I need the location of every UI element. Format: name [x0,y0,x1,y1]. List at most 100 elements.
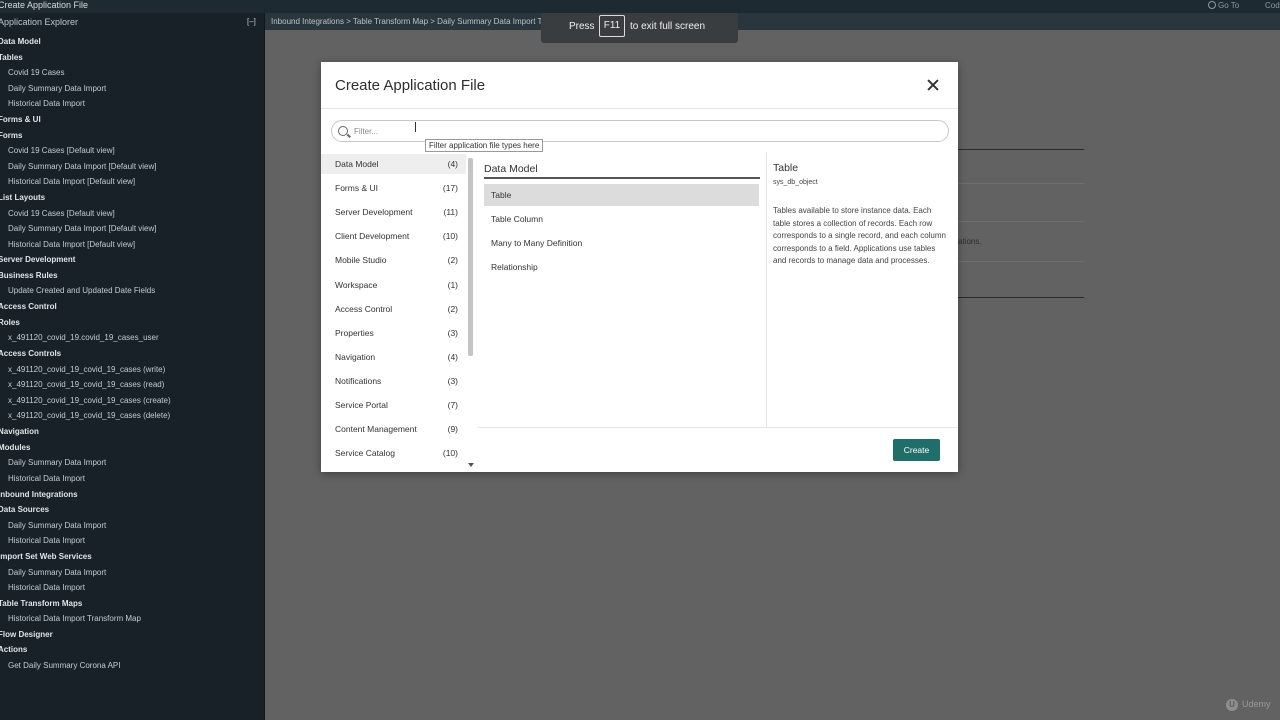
sidebar-item[interactable]: x_491120_covid_19_covid_19_cases (delete… [8,411,170,421]
category-label: Access Control [335,303,393,314]
category-label: Content Management [335,424,417,435]
category-scrollbar-thumb[interactable] [468,158,473,356]
sidebar-item[interactable]: x_491120_covid_19_covid_19_cases (read) [8,380,164,390]
sidebar-group[interactable]: Access Control [0,302,57,312]
sidebar-group[interactable]: Table Transform Maps [0,599,82,609]
search-icon [338,126,348,136]
sidebar-item[interactable]: Covid 19 Cases [8,68,64,78]
sidebar-group[interactable]: Flow Designer [0,630,53,640]
category-item[interactable]: Notifications (3) [321,371,466,391]
filter-field[interactable] [331,120,949,142]
category-item[interactable]: Server Development (11) [321,202,466,222]
window-title: Create Application File [0,0,89,10]
category-item[interactable]: Service Catalog (10) [321,443,466,463]
detail-table-name: sys_db_object [773,179,818,186]
category-count: (2) [447,255,458,266]
sidebar-item[interactable]: Historical Data Import [8,474,85,484]
sidebar-group[interactable]: Inbound Integrations [0,490,78,500]
category-item[interactable]: Content Management (9) [321,419,466,439]
detail-description: Tables available to store instance data.… [773,206,946,265]
category-label: Service Portal [335,400,388,410]
category-item[interactable]: Workspace (1) [321,275,466,295]
file-type-item[interactable]: Many to Many Definition [484,232,759,254]
file-type-item[interactable]: Relationship [484,256,759,278]
create-button[interactable]: Create [893,439,940,461]
sidebar-item[interactable]: Daily Summary Data Import [8,458,106,468]
file-type-label: Table Column [491,214,543,224]
udemy-logo-icon: U [1226,699,1238,711]
sidebar-group[interactable]: Modules [0,443,30,453]
category-label: Navigation [335,351,376,362]
sidebar-item[interactable]: Historical Data Import Transform Map [8,614,141,624]
sidebar-item[interactable]: Historical Data Import [8,99,85,109]
category-item[interactable]: Data Model (4) [321,154,466,174]
file-type-item[interactable]: Table [484,184,759,206]
category-item[interactable]: Mobile Studio (2) [321,250,466,270]
sidebar-item[interactable]: Daily Summary Data Import [Default view] [8,162,157,172]
sidebar-item[interactable]: Historical Data Import [Default view] [8,177,135,187]
background-divider [955,297,1084,298]
category-label: Workspace [335,279,378,290]
category-label: Properties [335,327,374,338]
sidebar-header: Application Explorer [–] [0,15,264,29]
category-item[interactable]: Service Portal (7) [321,395,466,415]
sidebar-group[interactable]: Navigation [0,427,39,437]
sidebar-item[interactable]: Daily Summary Data Import [8,84,106,94]
footer-divider [478,427,958,428]
category-label: Forms & UI [335,183,378,194]
sidebar-group[interactable]: Roles [0,318,20,328]
category-count: (11) [443,207,459,218]
file-type-label: Relationship [491,262,538,272]
sidebar-group[interactable]: Data Sources [0,505,49,515]
sidebar-group[interactable]: Forms & UI [0,115,41,125]
sidebar-item[interactable]: Covid 19 Cases [Default view] [8,146,115,156]
top-bar: Create Application File Go To Code [0,0,1280,13]
text-cursor-icon [415,122,418,132]
sidebar-item[interactable]: Daily Summary Data Import [8,521,106,531]
background-divider [955,261,1084,262]
fullscreen-rest-text: to exit full screen [630,21,706,32]
sidebar-group[interactable]: Actions [0,645,27,655]
close-icon[interactable] [924,76,942,94]
code-button[interactable]: Code [1265,0,1280,11]
category-count: (3) [447,375,458,386]
category-item[interactable]: Client Development (10) [321,226,466,246]
category-item[interactable]: Forms & UI (17) [321,178,466,198]
sidebar-item[interactable]: x_491120_covid_19_covid_19_cases (create… [8,396,171,406]
sidebar-item[interactable]: Update Created and Updated Date Fields [8,286,155,296]
go-to-label: Go To [1218,1,1240,10]
sidebar-group[interactable]: Import Set Web Services [0,552,92,562]
sidebar-group[interactable]: Business Rules [0,271,58,281]
scroll-down-arrow-icon[interactable] [468,463,474,467]
sidebar-item[interactable]: x_491120_covid_19_covid_19_cases (write) [8,365,165,375]
sidebar-group[interactable]: Tables [0,53,23,63]
sidebar-item[interactable]: Get Daily Summary Corona API [8,661,120,671]
category-label: Server Development [335,207,413,218]
sidebar-item[interactable]: Historical Data Import [8,583,85,593]
search-icon [1208,1,1216,9]
category-count: (1) [447,279,458,290]
category-item[interactable]: Properties (3) [321,323,466,343]
category-item[interactable]: Navigation (4) [321,347,466,367]
sidebar-item[interactable]: Historical Data Import [8,536,85,546]
sidebar-group[interactable]: Access Controls [0,349,61,359]
background-divider [955,221,1084,222]
sidebar-item[interactable]: Daily Summary Data Import [Default view] [8,224,157,234]
category-item[interactable]: Access Control (2) [321,299,466,319]
sidebar-title: Application Explorer [0,17,79,27]
file-type-item[interactable]: Table Column [484,208,759,230]
sidebar-item[interactable]: x_491120_covid_19.covid_19_cases_user [8,333,159,343]
filter-input[interactable] [352,123,916,139]
udemy-watermark-text: Udemy [1242,699,1271,709]
collapse-all-button[interactable]: [–] [247,17,256,26]
go-to-button[interactable]: Go To [1208,0,1239,11]
sidebar-item[interactable]: Covid 19 Cases [Default view] [8,209,115,219]
sidebar-item[interactable]: Daily Summary Data Import [8,568,106,578]
sidebar-group[interactable]: Server Development [0,255,75,265]
column-divider [766,152,767,428]
sidebar-group[interactable]: Forms [0,131,22,141]
sidebar-group[interactable]: List Layouts [0,193,45,203]
sidebar-group[interactable]: Data Model [0,37,41,47]
sidebar-item[interactable]: Historical Data Import [Default view] [8,240,135,250]
fullscreen-notice: Press F11 to exit full screen [541,13,738,43]
